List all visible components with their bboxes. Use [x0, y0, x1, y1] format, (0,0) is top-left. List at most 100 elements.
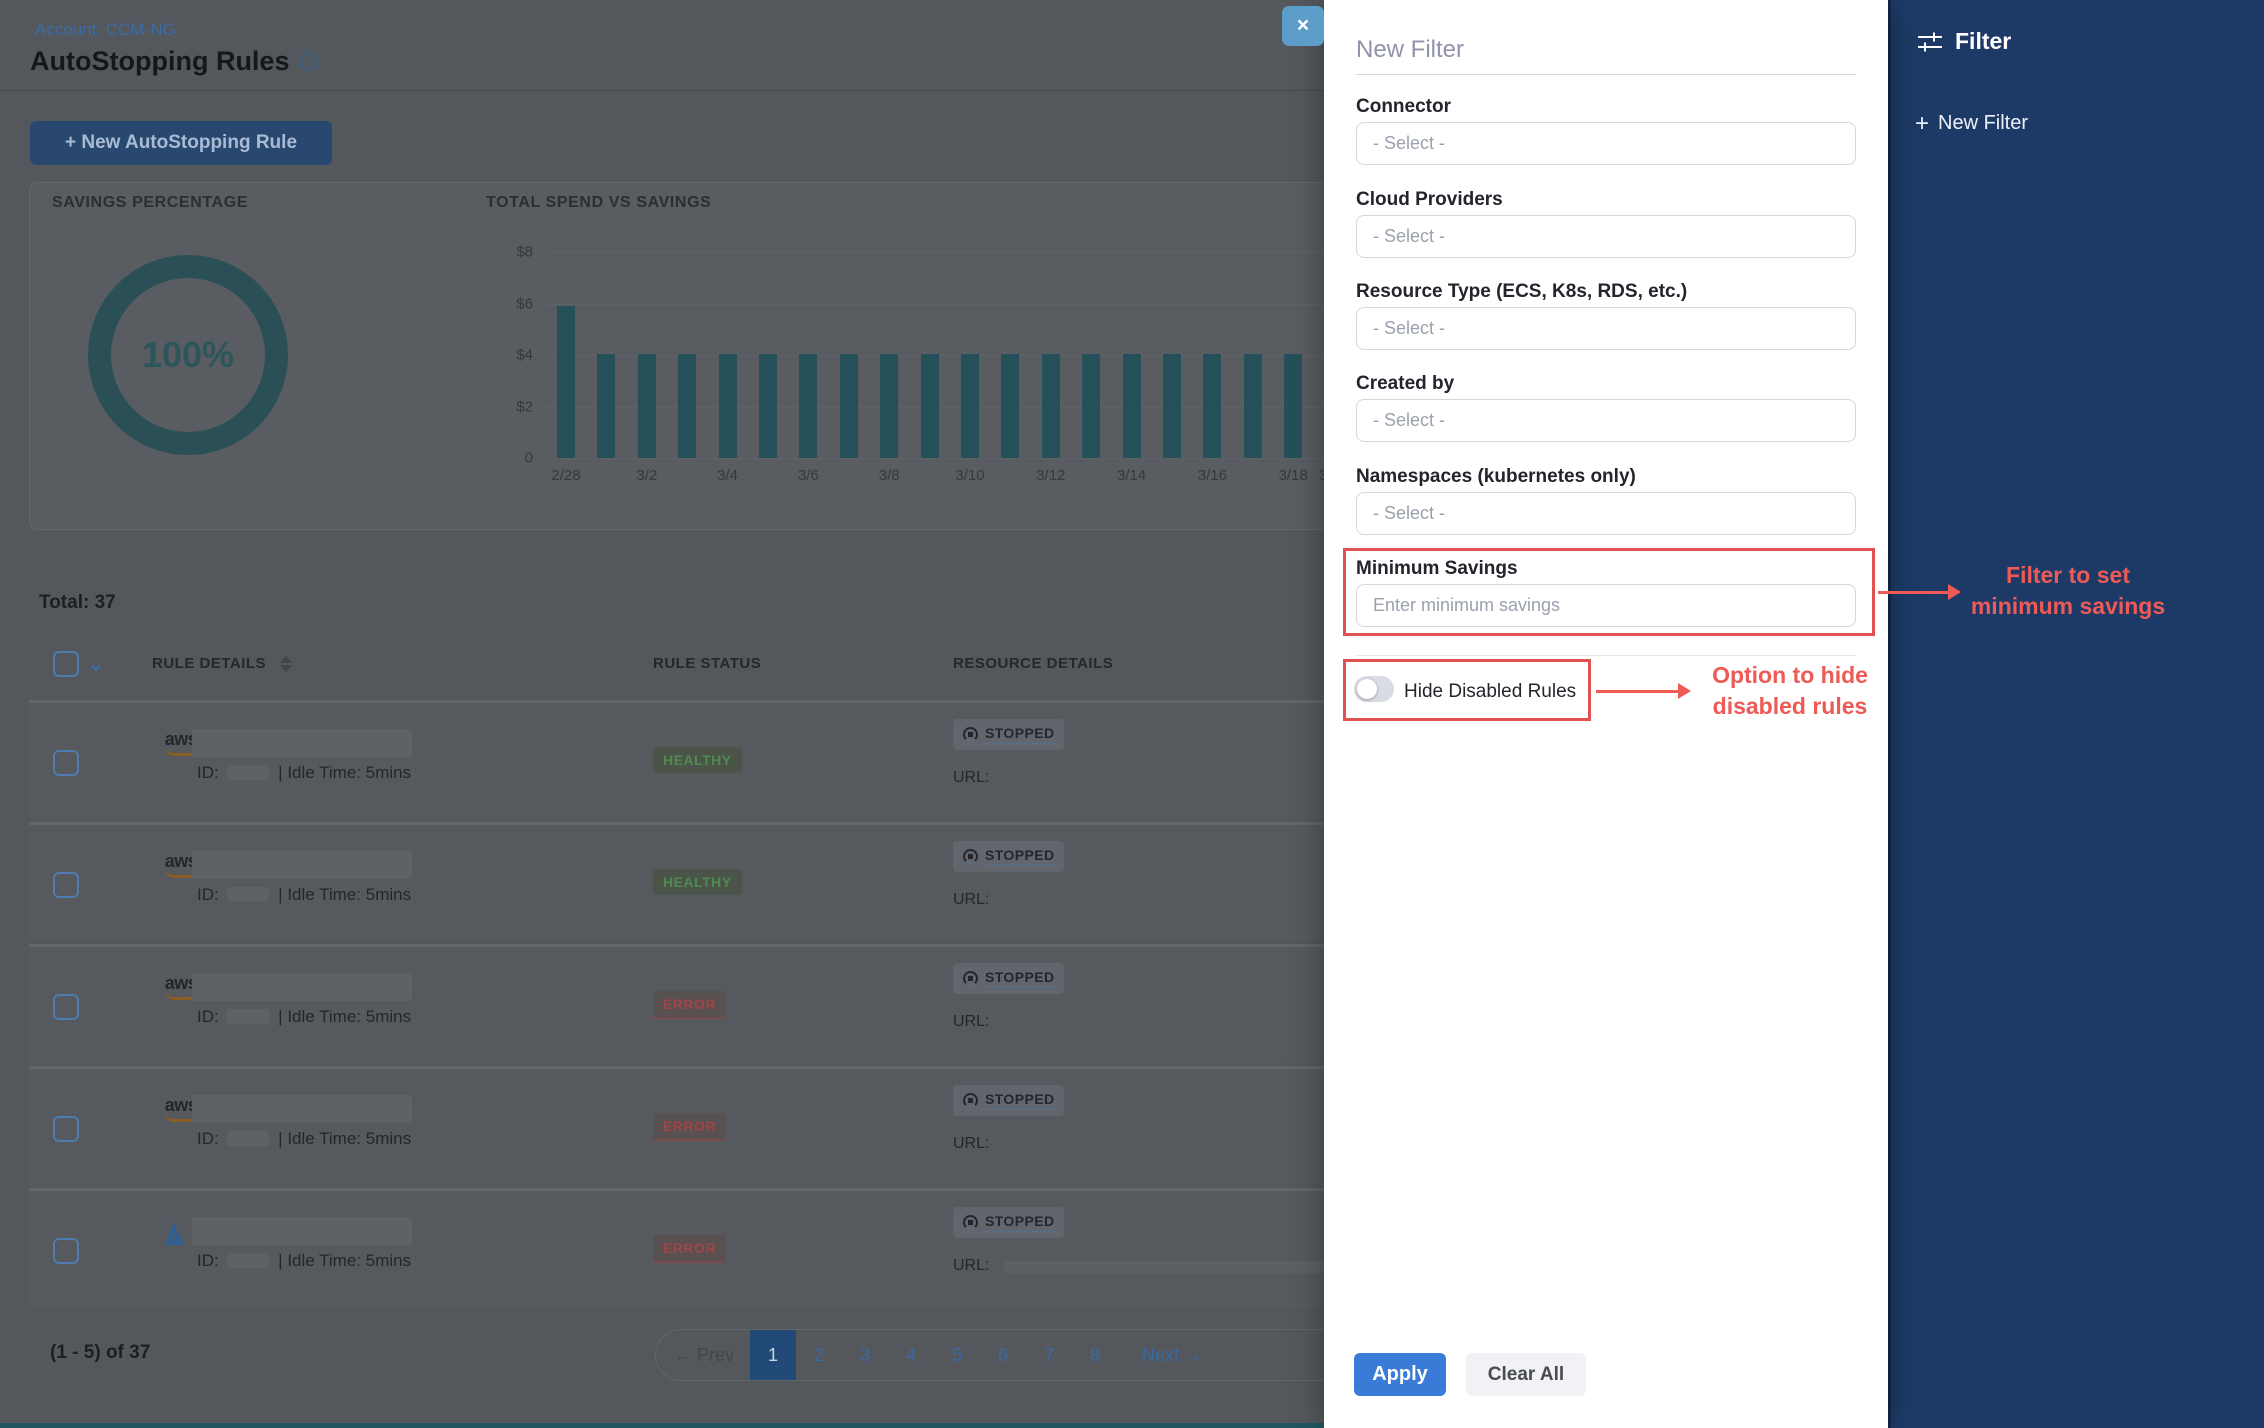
savings-donut-chart: 100%: [88, 255, 288, 455]
bar: [1001, 354, 1019, 458]
column-rule-details[interactable]: RULE DETAILS: [152, 655, 292, 672]
page-button-5[interactable]: 5: [934, 1329, 980, 1381]
x-axis-tick: 3/4: [717, 467, 738, 484]
bar: [678, 354, 696, 458]
sidebar-filter-header: Filter: [1917, 28, 2011, 55]
bar: [880, 354, 898, 458]
resource-state-chip[interactable]: STOPPED: [953, 1085, 1064, 1116]
next-page-button[interactable]: Next →: [1142, 1329, 1252, 1381]
filter-field-select[interactable]: - Select -: [1356, 215, 1856, 258]
row-checkbox[interactable]: [53, 872, 79, 898]
resource-state-chip[interactable]: STOPPED: [953, 1207, 1064, 1238]
close-icon[interactable]: ×: [1282, 6, 1324, 46]
section-divider: [1356, 655, 1856, 656]
total-count: Total: 37: [39, 592, 116, 614]
y-axis-tick: $2: [455, 398, 533, 415]
x-axis-tick: 3/14: [1117, 467, 1146, 484]
apply-button[interactable]: Apply: [1354, 1353, 1446, 1396]
bar: [1082, 354, 1100, 458]
page-button-4[interactable]: 4: [888, 1329, 934, 1381]
resource-state-chip[interactable]: STOPPED: [953, 963, 1064, 994]
sidebar-new-filter-button[interactable]: + New Filter: [1915, 112, 2028, 135]
page-button-3[interactable]: 3: [842, 1329, 888, 1381]
x-axis-tick: 3/10: [955, 467, 984, 484]
savings-percentage-value: 100%: [142, 334, 234, 376]
rule-status-badge: ERROR: [653, 1235, 726, 1263]
annotation-box-minimum-savings: [1343, 548, 1875, 636]
column-resource-details: RESOURCE DETAILS: [953, 655, 1113, 672]
pagination: ← Prev 12345678 Next →: [655, 1329, 1417, 1381]
new-autostopping-rule-button[interactable]: + New AutoStopping Rule: [30, 121, 332, 165]
row-checkbox[interactable]: [53, 1116, 79, 1142]
autostopping-rules-page: Account: CCM-NG AutoStopping Rules i + N…: [0, 0, 2264, 1428]
stopped-icon: [963, 1093, 978, 1108]
title-underline: [1356, 74, 1856, 75]
row-checkbox[interactable]: [53, 750, 79, 776]
url-label: URL:: [953, 769, 989, 787]
sort-icon[interactable]: [280, 656, 292, 672]
url-label: URL:: [953, 1257, 989, 1275]
url-label: URL:: [953, 891, 989, 909]
bar: [719, 354, 737, 458]
bar: [1203, 354, 1221, 458]
prev-page-button[interactable]: ← Prev: [674, 1345, 734, 1366]
column-rule-status: RULE STATUS: [653, 655, 761, 672]
filter-name-input[interactable]: New Filter: [1356, 36, 1464, 64]
rule-name-redacted: [192, 1095, 412, 1123]
filter-field-label: Namespaces (kubernetes only): [1356, 466, 1636, 488]
filter-field-select[interactable]: - Select -: [1356, 399, 1856, 442]
resource-state-chip[interactable]: STOPPED: [953, 719, 1064, 750]
url-redacted: [1004, 1261, 1334, 1273]
url-label: URL:: [953, 1013, 989, 1031]
bar: [961, 354, 979, 458]
page-button-8[interactable]: 8: [1072, 1329, 1118, 1381]
rule-id-line: ID: | Idle Time: 5mins: [197, 1007, 411, 1027]
bar: [1123, 354, 1141, 458]
x-axis-tick: 3/18: [1279, 467, 1308, 484]
row-checkbox[interactable]: [53, 994, 79, 1020]
rule-id-redacted: [227, 765, 269, 780]
filter-field-select[interactable]: - Select -: [1356, 492, 1856, 535]
annotation-text-minimum-savings: Filter to set minimum savings: [1948, 560, 2188, 622]
pagination-range: (1 - 5) of 37: [50, 1342, 150, 1364]
row-checkbox[interactable]: [53, 1238, 79, 1264]
page-button-2[interactable]: 2: [796, 1329, 842, 1381]
y-axis-tick: $6: [455, 295, 533, 312]
x-axis-tick: 3/6: [798, 467, 819, 484]
chevron-down-icon[interactable]: ⌄: [88, 653, 104, 676]
rule-name-redacted: [192, 1217, 412, 1245]
rule-name-redacted: [192, 851, 412, 879]
bar: [557, 306, 575, 458]
rule-status-badge: ERROR: [653, 1113, 726, 1141]
filter-field-label: Resource Type (ECS, K8s, RDS, etc.): [1356, 281, 1687, 303]
rule-name-redacted: [192, 973, 412, 1001]
bar: [1042, 354, 1060, 458]
y-axis-tick: $4: [455, 347, 533, 364]
bottom-edge-strip: [0, 1423, 1324, 1428]
page-title: AutoStopping Rules i: [30, 46, 318, 77]
rule-id-line: ID: | Idle Time: 5mins: [197, 763, 411, 783]
page-button-1[interactable]: 1: [750, 1329, 796, 1381]
filter-field-select[interactable]: - Select -: [1356, 307, 1856, 350]
url-label: URL:: [953, 1135, 989, 1153]
rule-status-badge: HEALTHY: [653, 747, 742, 773]
resource-state-chip[interactable]: STOPPED: [953, 841, 1064, 872]
bar: [597, 354, 615, 458]
filter-field-select[interactable]: - Select -: [1356, 122, 1856, 165]
page-button-6[interactable]: 6: [980, 1329, 1026, 1381]
stopped-icon: [963, 849, 978, 864]
bar: [759, 354, 777, 458]
rule-name-redacted: [192, 729, 412, 757]
x-axis-tick: 3/2: [636, 467, 657, 484]
select-all-checkbox[interactable]: [53, 651, 79, 677]
rule-id-redacted: [227, 1009, 269, 1024]
breadcrumb[interactable]: Account: CCM-NG: [35, 20, 176, 40]
info-icon[interactable]: i: [299, 52, 318, 71]
filter-field-label: Connector: [1356, 96, 1451, 118]
azure-icon: [155, 1219, 189, 1249]
page-button-7[interactable]: 7: [1026, 1329, 1072, 1381]
y-axis-tick: $8: [455, 244, 533, 261]
savings-percentage-title: SAVINGS PERCENTAGE: [52, 194, 248, 212]
clear-all-button[interactable]: Clear All: [1466, 1353, 1586, 1396]
bar: [921, 354, 939, 458]
